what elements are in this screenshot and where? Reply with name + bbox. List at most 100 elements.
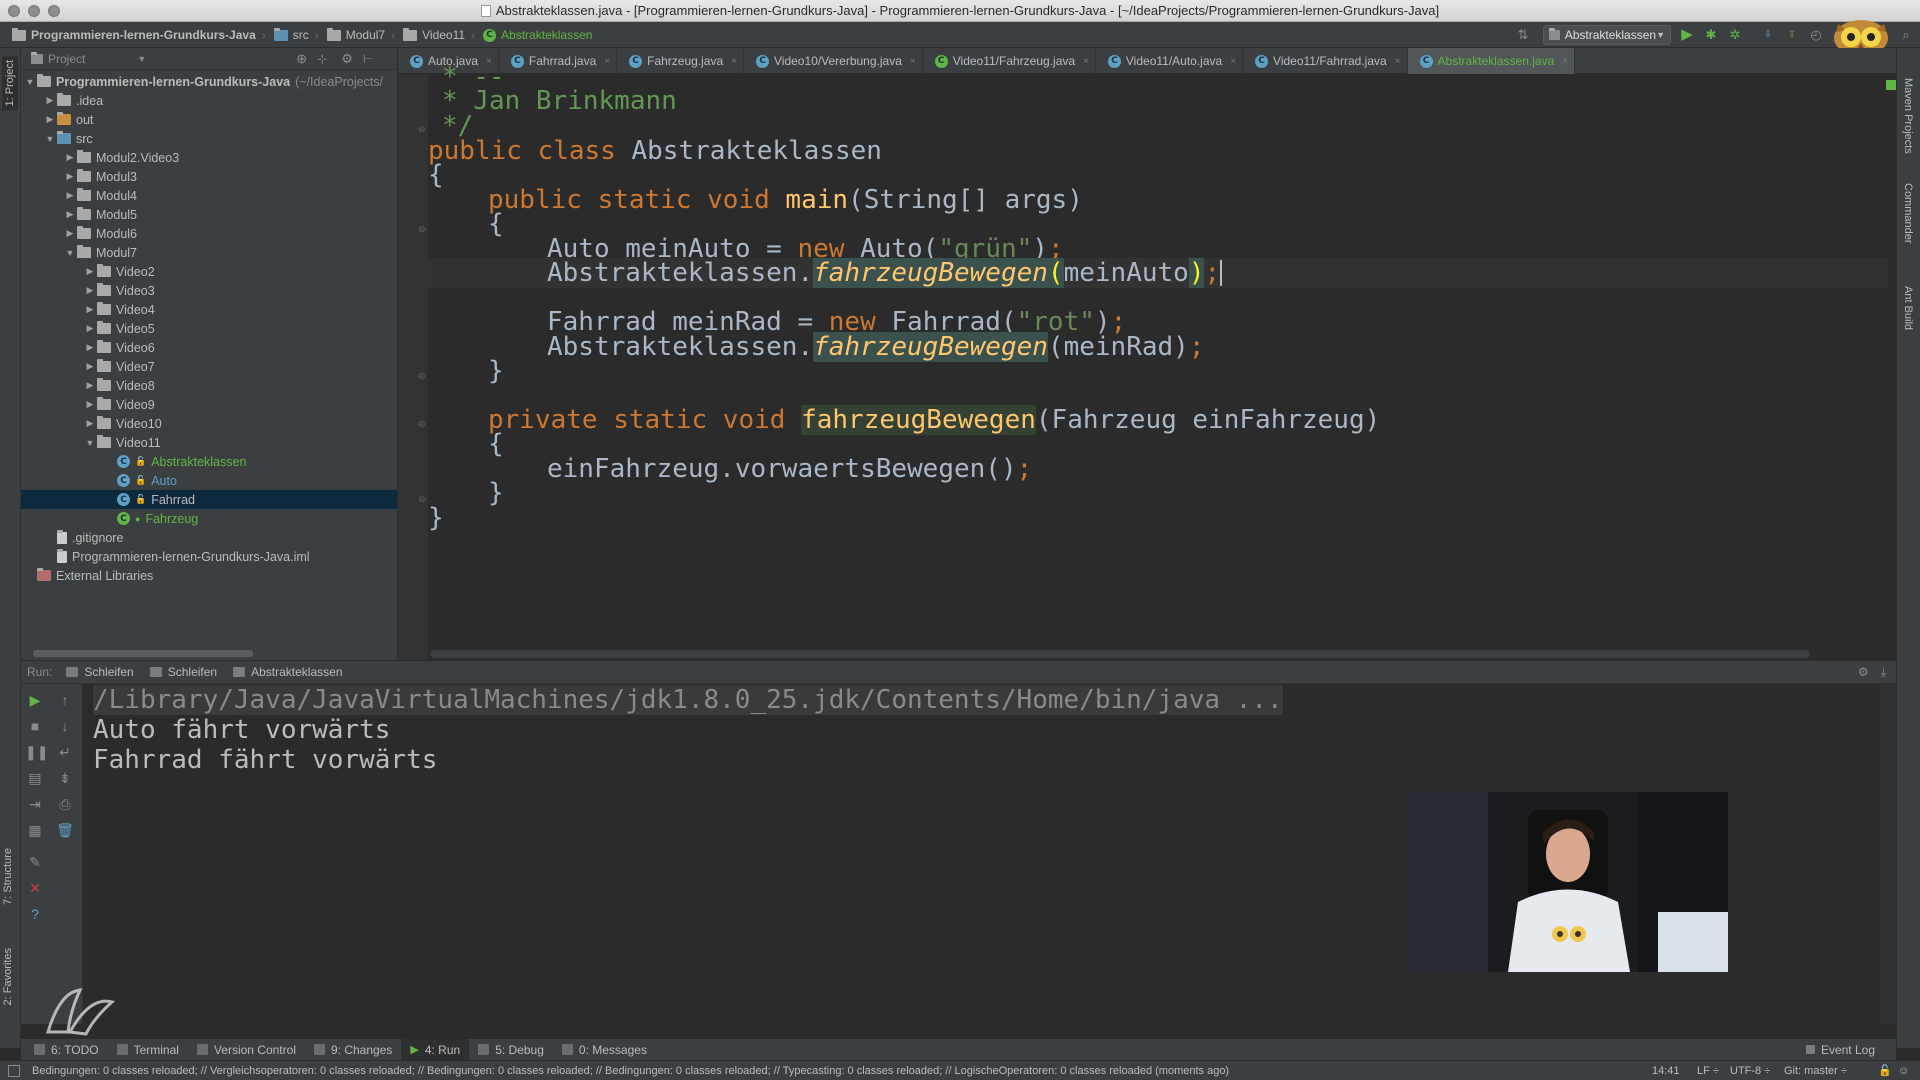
editor-tab[interactable]: C Video11/Auto.java ×: [1096, 48, 1244, 74]
fold-marker-icon[interactable]: ⊖: [418, 494, 426, 505]
editor-tab[interactable]: C Abstrakteklassen.java ×: [1407, 48, 1576, 74]
exit-icon[interactable]: ⇥: [25, 794, 45, 814]
breadcrumb-video11[interactable]: Video11 ›: [399, 22, 479, 48]
vcs-commit-icon[interactable]: ⇧: [1784, 27, 1800, 43]
tree-item[interactable]: ▶ Video4: [21, 300, 397, 319]
close-tab-icon[interactable]: ×: [731, 56, 737, 67]
tool-window-tab[interactable]: 5: Debug: [469, 1039, 553, 1061]
close-tab-icon[interactable]: ×: [1562, 56, 1568, 67]
run-tab-abstrakteklassen[interactable]: Abstrakteklassen: [225, 660, 350, 684]
pin-icon[interactable]: ✎: [25, 852, 45, 872]
expand-arrow-icon[interactable]: ▶: [83, 361, 97, 372]
clear-all-icon[interactable]: 🗑: [55, 820, 75, 840]
settings-gear-icon[interactable]: ⚙: [341, 51, 353, 67]
soft-wrap-icon[interactable]: ↵: [55, 742, 75, 762]
tree-item[interactable]: ▼ Video11: [21, 433, 397, 452]
pause-icon[interactable]: ❚❚: [25, 742, 48, 762]
tree-item[interactable]: ▶ Video8: [21, 376, 397, 395]
collapse-arrow-icon[interactable]: ▼: [63, 248, 77, 258]
file-encoding[interactable]: UTF-8 ÷: [1730, 1061, 1770, 1080]
tree-root[interactable]: ▼ Programmieren-lernen-Grundkurs-Java (~…: [21, 72, 397, 91]
collapse-all-icon[interactable]: ⊹: [317, 52, 327, 66]
run-icon[interactable]: ▶: [1679, 27, 1695, 43]
scroll-up-icon[interactable]: ↑: [55, 690, 75, 710]
console-vertical-scrollbar[interactable]: [1880, 684, 1896, 1024]
breadcrumb-class[interactable]: C Abstrakteklassen: [479, 22, 596, 48]
expand-arrow-icon[interactable]: ▶: [83, 418, 97, 429]
close-tab-icon[interactable]: ×: [1083, 56, 1089, 67]
expand-arrow-icon[interactable]: ▶: [63, 209, 77, 220]
breadcrumb-modul7[interactable]: Modul7 ›: [323, 22, 399, 48]
fold-marker-icon[interactable]: ⊖: [418, 371, 426, 382]
maven-projects-tab[interactable]: Maven Projects: [1902, 78, 1914, 154]
close-tab-icon[interactable]: ×: [910, 56, 916, 67]
inspector-icon[interactable]: ☺: [1898, 1061, 1909, 1080]
editor-tab[interactable]: C Fahrrad.java ×: [499, 48, 618, 74]
collapse-arrow-icon[interactable]: ▼: [83, 438, 97, 448]
search-icon[interactable]: ⌕: [1898, 27, 1914, 43]
commander-tab[interactable]: Commander: [1902, 183, 1914, 244]
tree-item[interactable]: ▶ Modul6: [21, 224, 397, 243]
tree-item[interactable]: ▼ Modul7: [21, 243, 397, 262]
settings-gear-icon[interactable]: ⚙: [1858, 665, 1869, 679]
fold-marker-icon[interactable]: ⊖: [418, 224, 426, 235]
debug-icon[interactable]: ✱: [1703, 27, 1719, 43]
code-content[interactable]: * -- * Jan Brinkmann */ public class Abs…: [428, 62, 1888, 660]
breadcrumb-project[interactable]: Programmieren-lernen-Grundkurs-Java ›: [8, 22, 270, 48]
tree-item[interactable]: ▶ Video3: [21, 281, 397, 300]
code-editor[interactable]: ⊖ ⊖ ⊖ ⊖ ⊖ * -- * Jan Brinkmann */ public…: [398, 62, 1896, 660]
run-configuration-select[interactable]: Abstrakteklassen ▼: [1543, 25, 1671, 45]
close-tab-icon[interactable]: ×: [1230, 56, 1236, 67]
ant-build-tab[interactable]: Ant Build: [1902, 286, 1914, 330]
expand-arrow-icon[interactable]: ▶: [83, 342, 97, 353]
expand-arrow-icon[interactable]: ▶: [83, 304, 97, 315]
tree-item[interactable]: ▶ Modul2.Video3: [21, 148, 397, 167]
expand-arrow-icon[interactable]: ▶: [63, 171, 77, 182]
expand-arrow-icon[interactable]: ▼: [23, 77, 37, 87]
hide-panel-icon[interactable]: ⊢: [363, 52, 373, 66]
dump-threads-icon[interactable]: ▤: [25, 768, 45, 788]
tree-item[interactable]: ▶ Modul4: [21, 186, 397, 205]
tree-item[interactable]: ▶ Video10: [21, 414, 397, 433]
tool-window-tab[interactable]: 0: Messages: [553, 1039, 656, 1061]
print-icon[interactable]: ⎙: [55, 794, 75, 814]
collapse-arrow-icon[interactable]: ▼: [43, 134, 57, 144]
breadcrumb-src[interactable]: src ›: [270, 22, 323, 48]
editor-tab[interactable]: C Fahrzeug.java ×: [617, 48, 744, 74]
project-view-select[interactable]: Project: [48, 52, 85, 66]
expand-arrow-icon[interactable]: ▶: [43, 95, 57, 106]
tree-item[interactable]: C 🔓 Auto: [21, 471, 397, 490]
tree-item[interactable]: ▶ Video2: [21, 262, 397, 281]
expand-arrow-icon[interactable]: ▶: [83, 285, 97, 296]
editor-tab[interactable]: C Video10/Vererbung.java ×: [744, 48, 923, 74]
close-tab-icon[interactable]: ×: [604, 56, 610, 67]
layout-icon[interactable]: ▦: [25, 820, 45, 840]
editor-horizontal-scrollbar[interactable]: [430, 650, 1810, 658]
sort-icon[interactable]: ⇅: [1515, 27, 1531, 43]
editor-tab[interactable]: C Video11/Fahrrad.java ×: [1243, 48, 1408, 74]
expand-arrow-icon[interactable]: ▶: [63, 228, 77, 239]
event-log-tab[interactable]: Event Log: [1797, 1039, 1884, 1061]
expand-arrow-icon[interactable]: ▶: [63, 190, 77, 201]
expand-arrow-icon[interactable]: ▶: [83, 323, 97, 334]
tree-item[interactable]: ▶ .idea: [21, 91, 397, 110]
status-message[interactable]: Bedingungen: 0 classes reloaded; // Verg…: [32, 1061, 1229, 1080]
structure-tool-tab[interactable]: 7: Structure: [2, 848, 14, 905]
project-tool-tab[interactable]: 1: Project: [2, 56, 18, 111]
coverage-icon[interactable]: ✲: [1727, 27, 1743, 43]
git-branch[interactable]: Git: master ÷: [1784, 1061, 1847, 1080]
run-tab-schleifen[interactable]: Schleifen: [58, 660, 141, 684]
history-icon[interactable]: ◴: [1808, 27, 1824, 43]
chevron-down-icon[interactable]: ▼: [137, 54, 146, 64]
tree-item[interactable]: ▶ Video9: [21, 395, 397, 414]
close-tab-icon[interactable]: ×: [1395, 56, 1401, 67]
run-tab-schleifen[interactable]: Schleifen: [142, 660, 225, 684]
tool-window-tab[interactable]: ▶ 4: Run: [401, 1038, 470, 1061]
fold-marker-icon[interactable]: ⊖: [418, 124, 426, 135]
horizontal-scrollbar[interactable]: [33, 650, 253, 657]
caret-position[interactable]: 14:41: [1652, 1061, 1680, 1080]
favorites-tool-tab[interactable]: 2: Favorites: [2, 948, 14, 1005]
tree-item[interactable]: ▶ out: [21, 110, 397, 129]
expand-arrow-icon[interactable]: ▶: [83, 266, 97, 277]
close-icon[interactable]: ✕: [25, 878, 45, 898]
